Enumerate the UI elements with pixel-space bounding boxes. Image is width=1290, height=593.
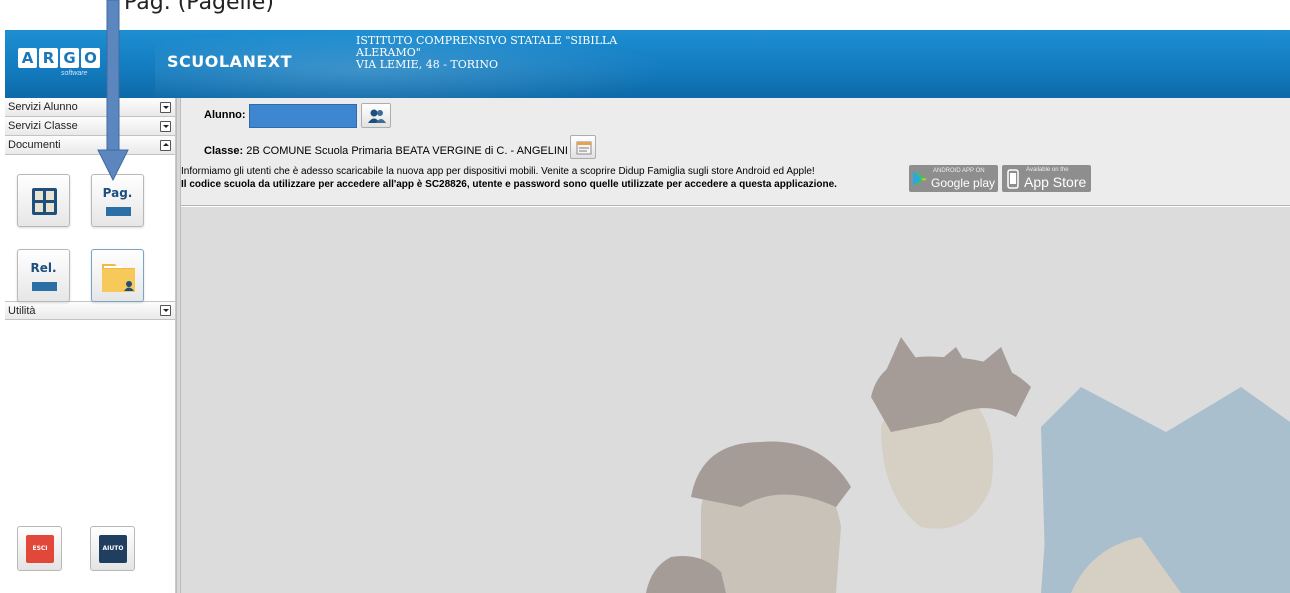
school-code-notice: Il codice scuola da utilizzare per acced… xyxy=(181,179,837,190)
product-name: SCUOLANEXT xyxy=(167,52,293,71)
help-icon: AIUTO xyxy=(99,535,127,563)
expand-icon[interactable] xyxy=(160,305,171,316)
alunno-field[interactable] xyxy=(249,104,357,128)
class-list-icon xyxy=(576,141,592,155)
pagelle-label: Pag. xyxy=(102,186,133,200)
exit-icon: ESCI xyxy=(26,535,54,563)
relazioni-button[interactable]: Rel. xyxy=(17,249,70,302)
annotation-arrow-icon xyxy=(97,0,129,182)
sidebar-section-utilita[interactable]: Utilità xyxy=(5,301,175,320)
argo-logo: A R G O xyxy=(18,48,100,68)
logo-letter: A xyxy=(18,48,37,68)
classe-label: Classe: xyxy=(204,145,244,157)
relazioni-label: Rel. xyxy=(30,261,57,275)
aiuto-button[interactable]: AIUTO xyxy=(90,526,135,571)
folder-user-icon xyxy=(102,264,135,292)
documents-grid-button[interactable] xyxy=(17,174,70,227)
documents-panel: Pag. Rel. xyxy=(5,155,175,302)
google-play-icon xyxy=(913,171,927,186)
sidebar-section-documenti[interactable]: Documenti xyxy=(5,136,175,155)
phone-icon xyxy=(1007,169,1019,189)
student-info-panel: Alunno: Classe: 2B COMUNE Scuola Primari… xyxy=(181,98,1290,206)
logo-letter: R xyxy=(39,48,58,68)
google-play-small-text: ANDROID APP ON xyxy=(933,168,985,174)
esci-button[interactable]: ESCI xyxy=(17,526,62,571)
expand-icon[interactable] xyxy=(160,101,171,113)
folder-button[interactable] xyxy=(91,249,144,302)
annotation-caption-strip: Pag. (Pagelle) xyxy=(0,0,1290,30)
expand-icon[interactable] xyxy=(160,120,171,132)
classe-value: 2B COMUNE Scuola Primaria BEATA VERGINE … xyxy=(246,145,568,157)
sidebar-section-label: Documenti xyxy=(8,139,61,151)
sidebar-section-servizi-classe[interactable]: Servizi Classe xyxy=(5,117,175,136)
app-store-small-text: Available on the xyxy=(1026,167,1069,173)
users-icon xyxy=(368,109,386,123)
alunno-label: Alunno: xyxy=(204,109,246,121)
app-store-badge[interactable]: Available on the App Store xyxy=(1002,165,1091,192)
sidebar-section-label: Servizi Classe xyxy=(8,120,78,132)
logo-letter: G xyxy=(60,48,79,68)
google-play-text: Google play xyxy=(931,176,996,190)
sidebar-section-label: Servizi Alunno xyxy=(8,101,78,113)
school-info: ISTITUTO COMPRENSIVO STATALE "SIBILLA AL… xyxy=(356,35,656,71)
app-header: A R G O software SCUOLANEXT ISTITUTO COM… xyxy=(5,30,1290,98)
logo-subtitle: software xyxy=(61,70,88,77)
background-illustration xyxy=(646,337,1290,593)
classe-info: Classe: 2B COMUNE Scuola Primaria BEATA … xyxy=(204,145,568,157)
school-address: VIA LEMIE, 48 - TORINO xyxy=(356,58,499,71)
report-card-icon xyxy=(106,207,131,216)
sidebar-section-label: Utilità xyxy=(8,304,36,317)
main-content-area xyxy=(181,207,1290,593)
annotation-caption: Pag. (Pagelle) xyxy=(124,0,274,15)
grid-icon xyxy=(32,188,57,215)
select-student-button[interactable] xyxy=(361,103,391,128)
collapse-icon[interactable] xyxy=(160,139,171,151)
app-store-text: App Store xyxy=(1024,174,1087,190)
sidebar: Servizi Alunno Servizi Classe Documenti … xyxy=(5,98,176,593)
report-icon xyxy=(32,282,57,291)
app-notice-text: Informiamo gli utenti che è adesso scari… xyxy=(181,166,815,177)
select-class-button[interactable] xyxy=(570,135,596,159)
sidebar-section-servizi-alunno[interactable]: Servizi Alunno xyxy=(5,98,175,117)
google-play-badge[interactable]: ANDROID APP ON Google play xyxy=(909,165,998,192)
